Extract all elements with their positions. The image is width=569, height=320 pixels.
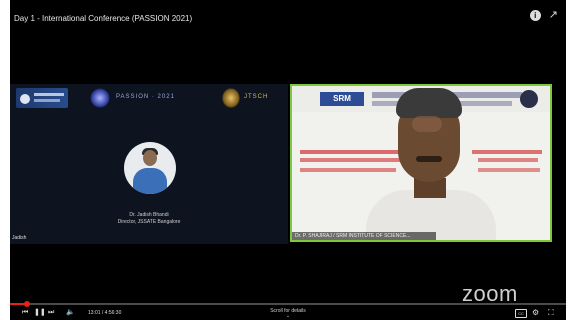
srm-logo: SRM [320, 92, 364, 106]
jtsch-logo-text: JTSCH [244, 94, 269, 100]
speaker-name-bar: Dr. P. SHAJIRAJ / SRM INSTITUTE OF SCIEN… [292, 232, 436, 240]
participant-tile-left: PASSION · 2021 JTSCH Dr. Jadish Bhandi D… [10, 84, 288, 244]
video-player[interactable]: Day 1 - International Conference (PASSIO… [10, 0, 566, 320]
sponsor-logos: PASSION · 2021 JTSCH [10, 88, 288, 110]
passion-logo [90, 88, 110, 108]
share-icon[interactable]: ↗ [549, 10, 558, 21]
participant-tile-active-speaker: SRM Dr. P. SHAJIRAJ / SRM INSTITUTE OF S… [290, 84, 552, 242]
speaker-role: Director, JSSATE Bangalore [117, 219, 181, 225]
fullscreen-icon[interactable]: ⛶ [548, 308, 554, 318]
university-crest-icon [520, 90, 538, 108]
video-title: Day 1 - International Conference (PASSIO… [14, 14, 193, 23]
speaker-video [366, 86, 496, 240]
passion-logo-text: PASSION · 2021 [116, 94, 175, 100]
institution-logo [16, 88, 68, 108]
speaker-name: Dr. Jadish Bhandi [129, 212, 169, 218]
info-icon[interactable]: i [529, 10, 541, 21]
captions-icon[interactable]: CC [515, 309, 527, 318]
chevron-down-icon[interactable]: ⌄ [10, 313, 566, 319]
jtsch-logo [222, 88, 240, 108]
progress-bar[interactable] [10, 301, 566, 307]
speaker-avatar [124, 142, 176, 194]
player-controls: ⏮ ❚❚ ⏭ 🔈 13:01 / 4:56:30 Scroll for deta… [10, 307, 566, 320]
top-right-icons: i ↗ [529, 10, 558, 21]
participant-label: Jadish [12, 235, 27, 241]
gear-icon[interactable]: ⚙ [532, 308, 539, 318]
